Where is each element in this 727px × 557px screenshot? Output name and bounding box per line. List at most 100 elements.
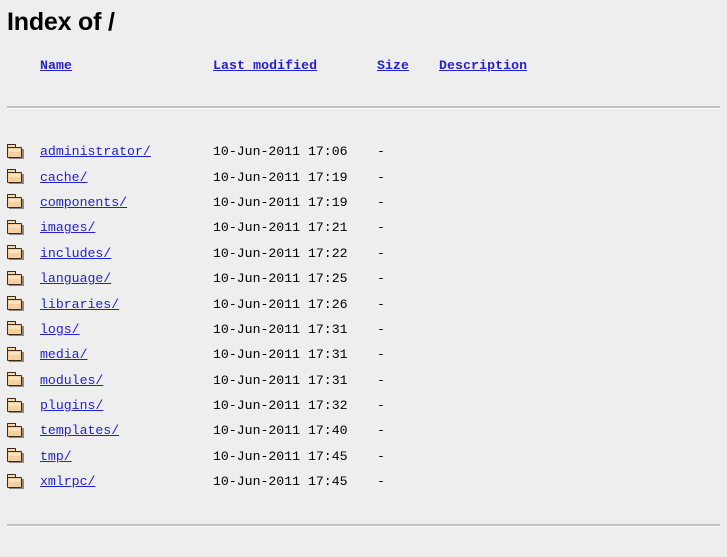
folder-icon — [7, 397, 24, 413]
row-icon-cell — [7, 241, 33, 266]
row-last-modified-cell: 10-Jun-2011 17:19 — [213, 194, 348, 210]
directory-link[interactable]: logs/ — [40, 322, 80, 337]
table-row: libraries/10-Jun-2011 17:26 - — [7, 291, 720, 316]
horizontal-rule-top — [7, 106, 720, 109]
table-row: plugins/10-Jun-2011 17:32 - — [7, 393, 720, 418]
row-last-modified-cell: 10-Jun-2011 17:45 — [213, 448, 348, 464]
table-row: includes/10-Jun-2011 17:22 - — [7, 241, 720, 266]
header-icon-cell — [7, 54, 33, 76]
row-icon-cell — [7, 393, 33, 418]
header-description-cell: Description — [425, 54, 720, 76]
table-row: logs/10-Jun-2011 17:31 - — [7, 317, 720, 342]
row-description-cell — [425, 190, 720, 215]
folder-icon — [7, 143, 24, 159]
row-icon-cell — [7, 215, 33, 240]
row-description-cell — [425, 469, 720, 494]
table-row: xmlrpc/10-Jun-2011 17:45 - — [7, 469, 720, 494]
table-header-row: Name Last modified Size Description — [7, 54, 720, 76]
row-name-cell: logs/ — [33, 317, 213, 342]
directory-link[interactable]: components/ — [40, 195, 127, 210]
directory-link[interactable]: plugins/ — [40, 398, 103, 413]
row-name-cell: administrator/ — [33, 139, 213, 164]
row-size-cell: - — [377, 245, 385, 261]
row-icon-cell — [7, 342, 33, 367]
row-description-cell — [425, 215, 720, 240]
directory-link[interactable]: tmp/ — [40, 449, 72, 464]
horizontal-rule-bottom — [7, 524, 720, 528]
row-size-cell: - — [377, 423, 385, 439]
row-name-cell: cache/ — [33, 164, 213, 189]
row-icon-cell — [7, 291, 33, 316]
directory-link[interactable]: xmlrpc/ — [40, 474, 95, 489]
row-last-modified-cell: 10-Jun-2011 17:21 — [213, 220, 348, 236]
directory-link[interactable]: images/ — [40, 220, 95, 235]
row-description-cell — [425, 291, 720, 316]
header-last-modified-cell: Last modified — [213, 54, 369, 76]
row-size-cell: - — [377, 144, 385, 160]
sort-by-description-link[interactable]: Description — [439, 58, 527, 73]
directory-link[interactable]: libraries/ — [40, 297, 119, 312]
folder-icon — [7, 194, 24, 210]
folder-icon — [7, 219, 24, 235]
row-icon-cell — [7, 190, 33, 215]
row-description-cell — [425, 342, 720, 367]
folder-icon — [7, 346, 24, 362]
directory-link[interactable]: includes/ — [40, 246, 111, 261]
table-row: templates/10-Jun-2011 17:40 - — [7, 418, 720, 443]
row-name-cell: xmlrpc/ — [33, 469, 213, 494]
row-size-cell: - — [377, 398, 385, 414]
folder-icon — [7, 321, 24, 337]
folder-icon — [7, 296, 24, 312]
directory-link[interactable]: language/ — [40, 271, 111, 286]
row-last-modified-cell: 10-Jun-2011 17:22 — [213, 245, 348, 261]
sort-by-name-link[interactable]: Name — [40, 58, 72, 73]
row-description-cell — [425, 368, 720, 393]
folder-icon — [7, 169, 24, 185]
row-description-cell — [425, 241, 720, 266]
row-size-cell: - — [377, 296, 385, 312]
header-divider-cell — [7, 76, 720, 139]
sort-by-size-link[interactable]: Size — [377, 58, 409, 73]
page-title: Index of / — [7, 8, 115, 36]
row-last-modified-cell: 10-Jun-2011 17:19 — [213, 169, 348, 185]
row-size-cell: - — [377, 347, 385, 363]
row-icon-cell — [7, 266, 33, 291]
directory-link[interactable]: media/ — [40, 347, 87, 362]
row-size-cell: - — [377, 474, 385, 490]
row-icon-cell — [7, 469, 33, 494]
row-description-cell — [425, 139, 720, 164]
row-name-cell: tmp/ — [33, 444, 213, 469]
row-icon-cell — [7, 139, 33, 164]
row-name-cell: language/ — [33, 266, 213, 291]
row-name-cell: modules/ — [33, 368, 213, 393]
row-description-cell — [425, 266, 720, 291]
table-row: media/10-Jun-2011 17:31 - — [7, 342, 720, 367]
row-icon-cell — [7, 368, 33, 393]
row-last-modified-cell: 10-Jun-2011 17:31 — [213, 321, 348, 337]
folder-icon — [7, 270, 24, 286]
row-last-modified-cell: 10-Jun-2011 17:06 — [213, 144, 348, 160]
table-row: cache/10-Jun-2011 17:19 - — [7, 164, 720, 189]
row-icon-cell — [7, 418, 33, 443]
footer-divider-cell — [7, 494, 720, 557]
row-size-cell: - — [377, 448, 385, 464]
row-name-cell: libraries/ — [33, 291, 213, 316]
directory-link[interactable]: templates/ — [40, 423, 119, 438]
table-row: language/10-Jun-2011 17:25 - — [7, 266, 720, 291]
row-size-cell: - — [377, 321, 385, 337]
row-name-cell: includes/ — [33, 241, 213, 266]
row-size-cell: - — [377, 169, 385, 185]
directory-link[interactable]: administrator/ — [40, 144, 151, 159]
row-size-cell: - — [377, 194, 385, 210]
directory-link[interactable]: modules/ — [40, 373, 103, 388]
row-last-modified-cell: 10-Jun-2011 17:31 — [213, 347, 348, 363]
sort-by-last-modified-link[interactable]: Last modified — [213, 58, 317, 73]
row-name-cell: images/ — [33, 215, 213, 240]
row-last-modified-cell: 10-Jun-2011 17:25 — [213, 271, 348, 287]
table-row: modules/10-Jun-2011 17:31 - — [7, 368, 720, 393]
header-size-cell: Size — [369, 54, 425, 76]
header-name-cell: Name — [33, 54, 213, 76]
row-size-cell: - — [377, 271, 385, 287]
directory-link[interactable]: cache/ — [40, 170, 87, 185]
row-description-cell — [425, 317, 720, 342]
